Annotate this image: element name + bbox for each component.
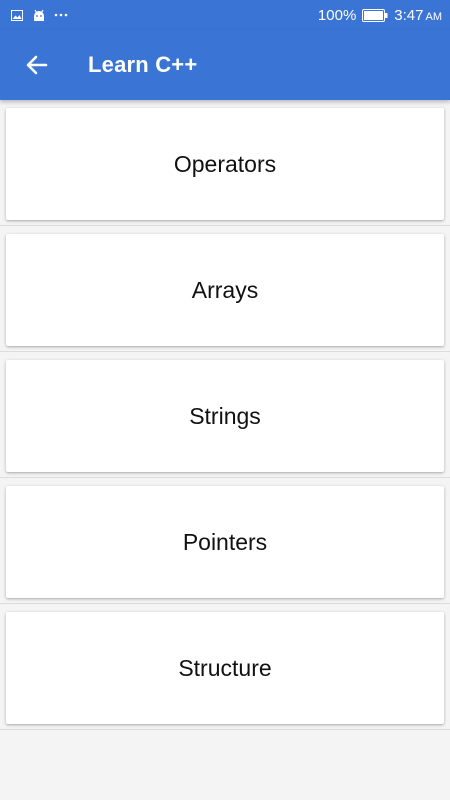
android-icon: [32, 8, 46, 22]
clock-time: 3:47: [394, 6, 424, 24]
list-item: Strings: [0, 352, 450, 478]
notification-icons: [10, 8, 68, 22]
clock-ampm: AM: [425, 10, 443, 23]
list-item: Pointers: [0, 478, 450, 604]
topic-label: Structure: [178, 654, 272, 681]
topic-list: Operators Arrays Strings Pointers Struct…: [0, 100, 450, 730]
topic-label: Operators: [173, 150, 277, 177]
app-bar: Learn C++: [0, 30, 450, 100]
topic-card-arrays[interactable]: Arrays: [6, 234, 444, 346]
topic-label: Strings: [189, 402, 261, 429]
arrow-left-icon: [26, 55, 48, 75]
back-button[interactable]: [20, 48, 54, 82]
more-dots-icon: [54, 8, 68, 22]
topic-card-pointers[interactable]: Pointers: [6, 486, 444, 598]
status-right: 100% 3:47 AM: [318, 7, 442, 24]
battery-icon: [362, 8, 388, 22]
topic-card-operators[interactable]: Operators: [6, 108, 444, 220]
topic-card-strings[interactable]: Strings: [6, 360, 444, 472]
image-icon: [10, 8, 24, 22]
list-item: Structure: [0, 604, 450, 730]
battery-percent: 100%: [317, 6, 357, 24]
page-title: Learn C++: [88, 52, 198, 77]
topic-label: Pointers: [182, 528, 268, 555]
list-item: Arrays: [0, 226, 450, 352]
list-item: Operators: [0, 100, 450, 226]
topic-card-structure[interactable]: Structure: [6, 612, 444, 724]
status-bar: 100% 3:47 AM: [0, 0, 450, 30]
topic-label: Arrays: [191, 276, 259, 303]
